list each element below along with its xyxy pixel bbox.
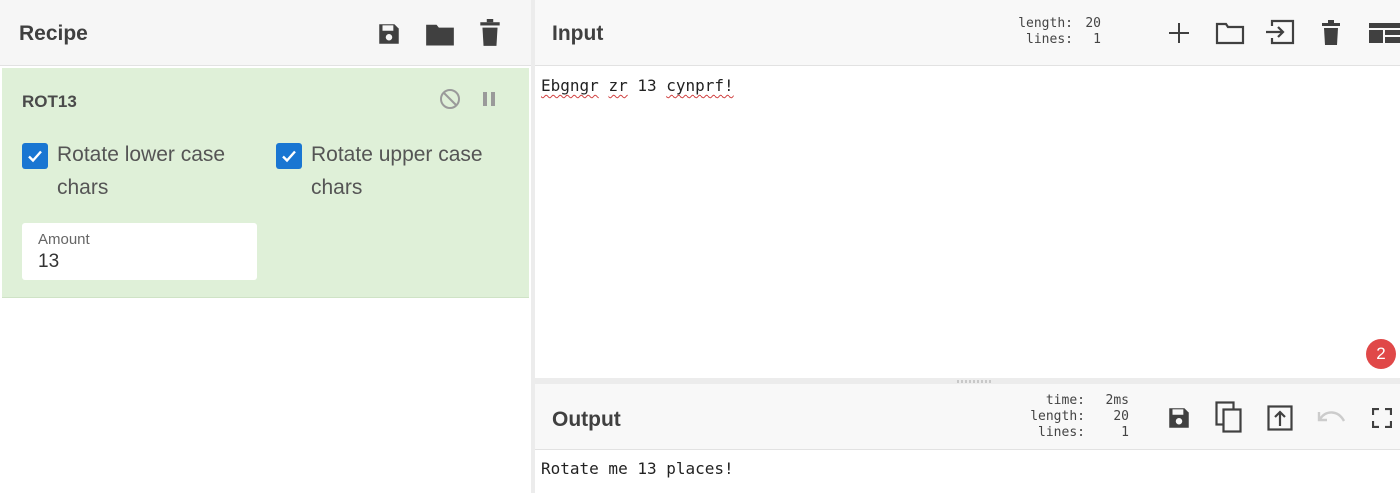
input-text-area[interactable]: Ebgngr zr 13 cynprf! xyxy=(541,76,734,95)
notification-badge[interactable]: 2 xyxy=(1366,339,1396,369)
move-to-input-icon xyxy=(1267,405,1293,431)
undo-icon xyxy=(1317,411,1346,422)
folder-icon xyxy=(1215,22,1245,45)
recipe-title: Recipe xyxy=(19,22,88,45)
input-word: cynprf! xyxy=(666,76,734,95)
copy-icon xyxy=(1215,401,1242,433)
save-icon xyxy=(379,24,399,44)
checkmark-icon xyxy=(282,150,296,163)
import-icon xyxy=(1266,19,1295,45)
recipe-header: Recipe xyxy=(0,0,531,66)
reset-layout-button[interactable] xyxy=(1369,22,1400,44)
maximise-output-button[interactable] xyxy=(1371,407,1393,429)
output-title: Output xyxy=(552,408,621,431)
output-length-label: length: xyxy=(1030,409,1085,424)
input-title: Input xyxy=(552,22,604,45)
output-time-label: time: xyxy=(1045,393,1085,408)
output-lines-label: lines: xyxy=(1038,425,1085,440)
trash-icon xyxy=(1322,20,1340,45)
output-stats: time: 2ms length: 20 lines: 1 xyxy=(1023,393,1129,441)
output-time-value: 2ms xyxy=(1105,393,1129,408)
input-lines-label: lines: xyxy=(1026,32,1073,47)
rotate-upper-case-option[interactable]: Rotate upper case chars xyxy=(276,138,501,204)
rotate-lower-case-option[interactable]: Rotate lower case chars xyxy=(22,138,247,204)
folder-icon xyxy=(426,24,454,46)
input-lines-value: 1 xyxy=(1093,32,1101,47)
amount-field[interactable]: Amount 13 xyxy=(22,223,257,280)
amount-label: Amount xyxy=(38,231,90,248)
layout-icon xyxy=(1369,23,1400,43)
open-folder-button[interactable] xyxy=(1264,18,1296,46)
output-text-area[interactable]: Rotate me 13 places! xyxy=(541,459,734,478)
output-pane: Output time: 2ms length: 20 lines: 1 Rotate… xyxy=(535,384,1400,493)
plus-icon xyxy=(1169,23,1189,43)
save-output-button[interactable] xyxy=(1165,404,1193,432)
pause-icon xyxy=(483,92,495,106)
open-file-button[interactable] xyxy=(1215,20,1245,46)
rotate-upper-checkbox[interactable] xyxy=(276,143,302,169)
save-recipe-button[interactable] xyxy=(374,20,404,48)
recipe-pane: Recipe ROT13 Rotate lower case chars Rot… xyxy=(0,0,531,493)
output-lines-value: 1 xyxy=(1121,425,1129,440)
add-input-button[interactable] xyxy=(1166,20,1192,46)
input-length-label: length: xyxy=(1018,16,1073,31)
output-length-value: 20 xyxy=(1113,409,1129,424)
load-recipe-button[interactable] xyxy=(424,20,456,48)
clear-recipe-button[interactable] xyxy=(477,18,503,48)
replace-input-button[interactable] xyxy=(1266,404,1294,432)
input-stats: length: 20 lines: 1 xyxy=(1009,16,1101,48)
drag-handle[interactable] xyxy=(957,380,993,383)
rotate-lower-checkbox[interactable] xyxy=(22,143,48,169)
clear-input-button[interactable] xyxy=(1320,18,1342,48)
save-icon xyxy=(1169,408,1189,428)
disable-icon xyxy=(440,89,460,109)
rot13-operation: ROT13 Rotate lower case chars Rotate upp… xyxy=(2,68,529,298)
input-length-value: 20 xyxy=(1085,16,1101,31)
breakpoint-button[interactable] xyxy=(480,89,498,109)
rotate-upper-label: Rotate upper case chars xyxy=(311,143,483,199)
amount-value[interactable]: 13 xyxy=(38,251,59,273)
input-word: 13 xyxy=(637,76,657,95)
output-header: Output time: 2ms length: 20 lines: 1 xyxy=(535,384,1400,450)
operation-name: ROT13 xyxy=(22,92,77,111)
undo-button[interactable] xyxy=(1317,406,1347,428)
rotate-lower-label: Rotate lower case chars xyxy=(57,143,226,199)
input-header: Input length: 20 lines: 1 xyxy=(535,0,1400,66)
copy-output-button[interactable] xyxy=(1215,401,1243,433)
fullscreen-icon xyxy=(1372,408,1392,428)
trash-icon xyxy=(480,19,500,46)
input-pane: Input length: 20 lines: 1 Ebgngr zr 13 cyn… xyxy=(535,0,1400,380)
checkmark-icon xyxy=(28,150,42,163)
input-word: Ebgngr xyxy=(541,76,599,95)
disable-operation-button[interactable] xyxy=(439,88,461,110)
input-word: zr xyxy=(608,76,628,95)
